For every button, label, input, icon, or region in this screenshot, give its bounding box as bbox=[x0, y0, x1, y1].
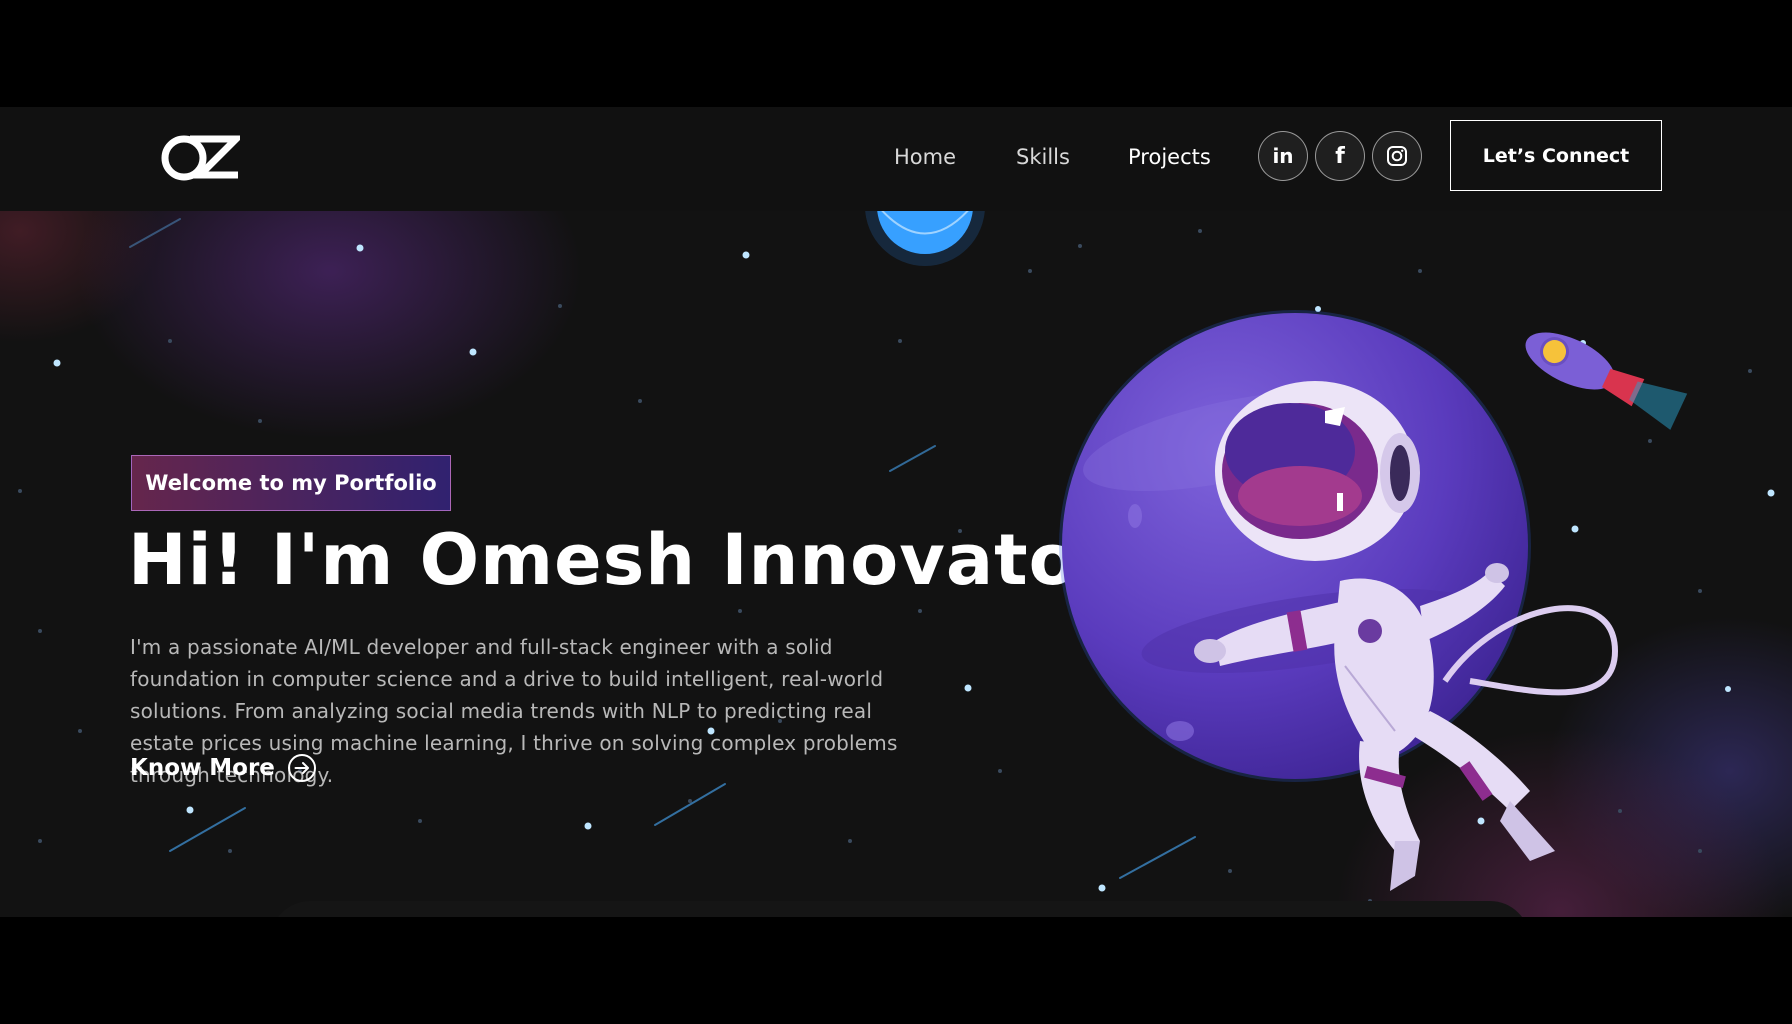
astronaut-illustration bbox=[1059, 310, 1688, 891]
logo-icon[interactable] bbox=[160, 131, 240, 185]
nav-skills[interactable]: Skills bbox=[1016, 145, 1070, 169]
facebook-button[interactable]: f bbox=[1315, 131, 1365, 181]
linkedin-button[interactable]: in bbox=[1258, 131, 1308, 181]
hero-section: Welcome to my Portfolio Hi! I'm Omesh In… bbox=[0, 211, 1792, 917]
linkedin-icon: in bbox=[1272, 144, 1294, 168]
instagram-button[interactable] bbox=[1372, 131, 1422, 181]
instagram-icon bbox=[1387, 146, 1407, 166]
navbar: Home Skills Projects in f Let’s Connect bbox=[0, 107, 1792, 211]
nav-home[interactable]: Home bbox=[894, 145, 956, 169]
app-frame: Home Skills Projects in f Let’s Connect bbox=[0, 107, 1792, 917]
bottom-section-edge bbox=[270, 901, 1530, 917]
lets-connect-button[interactable]: Let’s Connect bbox=[1450, 120, 1662, 191]
nav-projects[interactable]: Projects bbox=[1128, 145, 1211, 169]
facebook-icon: f bbox=[1335, 143, 1345, 169]
